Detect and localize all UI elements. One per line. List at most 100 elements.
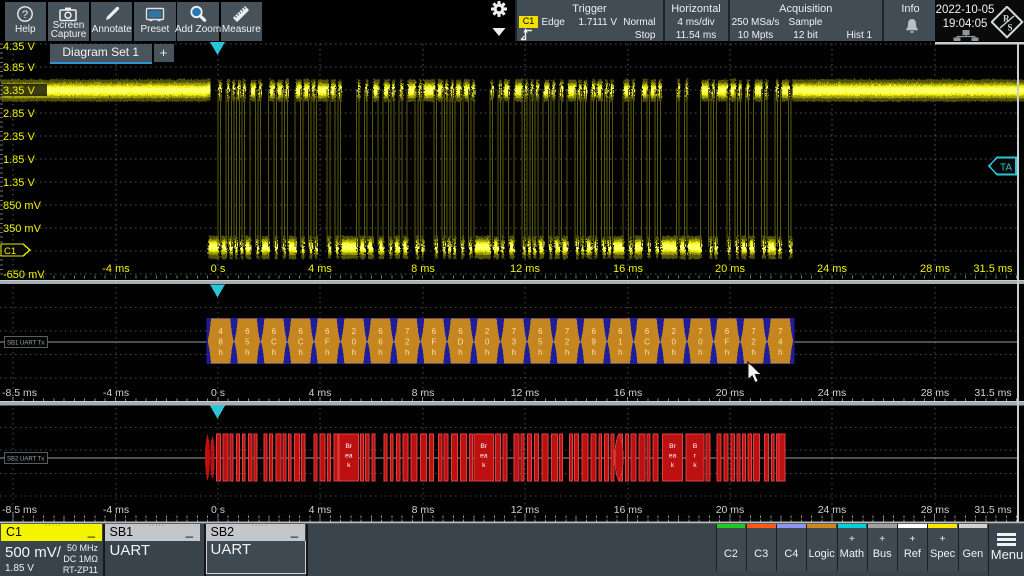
- svg-text:k: k: [693, 462, 697, 469]
- svg-text:4.35 V: 4.35 V: [3, 41, 35, 53]
- svg-text:6: 6: [591, 327, 596, 336]
- svg-text:6: 6: [432, 327, 437, 336]
- svg-text:16 ms: 16 ms: [614, 504, 643, 516]
- svg-text:h: h: [565, 348, 569, 357]
- svg-text:0 s: 0 s: [211, 263, 226, 275]
- svg-text:8 ms: 8 ms: [411, 263, 435, 275]
- svg-text:2: 2: [485, 327, 490, 336]
- svg-text:4: 4: [218, 327, 223, 336]
- svg-text:h: h: [618, 348, 622, 357]
- svg-text:h: h: [538, 348, 542, 357]
- svg-text:2: 2: [751, 338, 756, 347]
- svg-text:h: h: [458, 348, 462, 357]
- svg-text:6: 6: [325, 327, 330, 336]
- svg-text:12 ms: 12 ms: [510, 263, 540, 275]
- svg-text:-4 ms: -4 ms: [103, 387, 129, 399]
- svg-text:h: h: [751, 348, 755, 357]
- svg-text:Br: Br: [345, 443, 353, 450]
- svg-text:31.5 ms: 31.5 ms: [974, 387, 1011, 399]
- svg-text:5: 5: [538, 338, 543, 347]
- svg-text:-650 mV: -650 mV: [3, 269, 45, 281]
- svg-text:h: h: [512, 348, 516, 357]
- svg-text:h: h: [698, 348, 702, 357]
- svg-text:k: k: [671, 462, 675, 469]
- svg-text:h: h: [272, 348, 276, 357]
- svg-text:k: k: [482, 462, 486, 469]
- svg-text:7: 7: [751, 327, 756, 336]
- svg-text:F: F: [325, 338, 330, 347]
- svg-text:6: 6: [298, 327, 303, 336]
- svg-text:k: k: [347, 462, 351, 469]
- svg-text:6: 6: [378, 338, 383, 347]
- svg-text:7: 7: [698, 327, 703, 336]
- svg-text:ea: ea: [480, 453, 488, 460]
- svg-text:4: 4: [778, 338, 783, 347]
- svg-text:6: 6: [245, 327, 250, 336]
- svg-text:2.35 V: 2.35 V: [3, 131, 35, 143]
- svg-text:0: 0: [352, 338, 357, 347]
- svg-text:F: F: [431, 338, 436, 347]
- svg-text:S: S: [1008, 23, 1013, 33]
- svg-text:6: 6: [618, 327, 623, 336]
- svg-text:16 ms: 16 ms: [613, 263, 643, 275]
- svg-text:1.35 V: 1.35 V: [3, 177, 35, 189]
- svg-text:ea: ea: [669, 453, 677, 460]
- svg-text:Br: Br: [480, 443, 488, 450]
- svg-text:3.85 V: 3.85 V: [3, 62, 35, 74]
- svg-text:2: 2: [405, 338, 410, 347]
- svg-text:31.5 ms: 31.5 ms: [974, 504, 1011, 516]
- svg-text:SB1 UART Tx: SB1 UART Tx: [7, 341, 44, 347]
- svg-text:31.5 ms: 31.5 ms: [973, 263, 1013, 275]
- svg-text:0: 0: [485, 338, 490, 347]
- svg-text:2: 2: [671, 327, 676, 336]
- svg-text:1: 1: [618, 338, 623, 347]
- svg-text:B: B: [693, 443, 698, 450]
- svg-text:F: F: [725, 338, 730, 347]
- svg-text:C1: C1: [4, 246, 16, 257]
- svg-text:h: h: [405, 348, 409, 357]
- svg-text:Br: Br: [669, 443, 677, 450]
- svg-text:TA: TA: [1000, 163, 1012, 174]
- svg-text:?: ?: [22, 9, 28, 21]
- svg-text:6: 6: [458, 327, 463, 336]
- svg-text:2.85 V: 2.85 V: [3, 108, 35, 120]
- svg-text:6: 6: [645, 327, 650, 336]
- svg-text:C: C: [271, 338, 277, 347]
- svg-text:20 ms: 20 ms: [715, 263, 745, 275]
- svg-text:h: h: [432, 348, 436, 357]
- svg-text:28 ms: 28 ms: [920, 263, 950, 275]
- svg-text:850 mV: 850 mV: [3, 200, 42, 212]
- svg-text:-8.5 ms: -8.5 ms: [2, 504, 37, 516]
- svg-text:h: h: [671, 348, 675, 357]
- svg-text:SB2 UART Tx: SB2 UART Tx: [7, 457, 44, 463]
- svg-text:-8.5 ms: -8.5 ms: [2, 387, 37, 399]
- svg-text:9: 9: [591, 338, 596, 347]
- svg-text:1.85 V: 1.85 V: [3, 154, 35, 166]
- svg-text:16 ms: 16 ms: [614, 387, 643, 399]
- svg-text:6: 6: [272, 327, 277, 336]
- svg-text:h: h: [591, 348, 595, 357]
- svg-text:C: C: [644, 338, 650, 347]
- svg-text:2: 2: [352, 327, 357, 336]
- svg-text:h: h: [352, 348, 356, 357]
- svg-text:6: 6: [725, 327, 730, 336]
- svg-text:3: 3: [512, 338, 517, 347]
- svg-text:24 ms: 24 ms: [817, 263, 847, 275]
- svg-text:-4 ms: -4 ms: [102, 263, 130, 275]
- svg-text:7: 7: [565, 327, 570, 336]
- svg-text:h: h: [645, 348, 649, 357]
- svg-text:h: h: [485, 348, 489, 357]
- svg-text:8: 8: [218, 338, 223, 347]
- svg-text:7: 7: [778, 327, 783, 336]
- svg-text:h: h: [218, 348, 222, 357]
- svg-text:350 mV: 350 mV: [3, 223, 42, 235]
- svg-text:0: 0: [698, 338, 703, 347]
- svg-text:h: h: [298, 348, 302, 357]
- svg-text:5: 5: [245, 338, 250, 347]
- svg-text:6: 6: [378, 327, 383, 336]
- svg-text:h: h: [778, 348, 782, 357]
- svg-text:7: 7: [405, 327, 410, 336]
- svg-text:0: 0: [671, 338, 676, 347]
- svg-text:C: C: [298, 338, 304, 347]
- svg-text:6: 6: [538, 327, 543, 336]
